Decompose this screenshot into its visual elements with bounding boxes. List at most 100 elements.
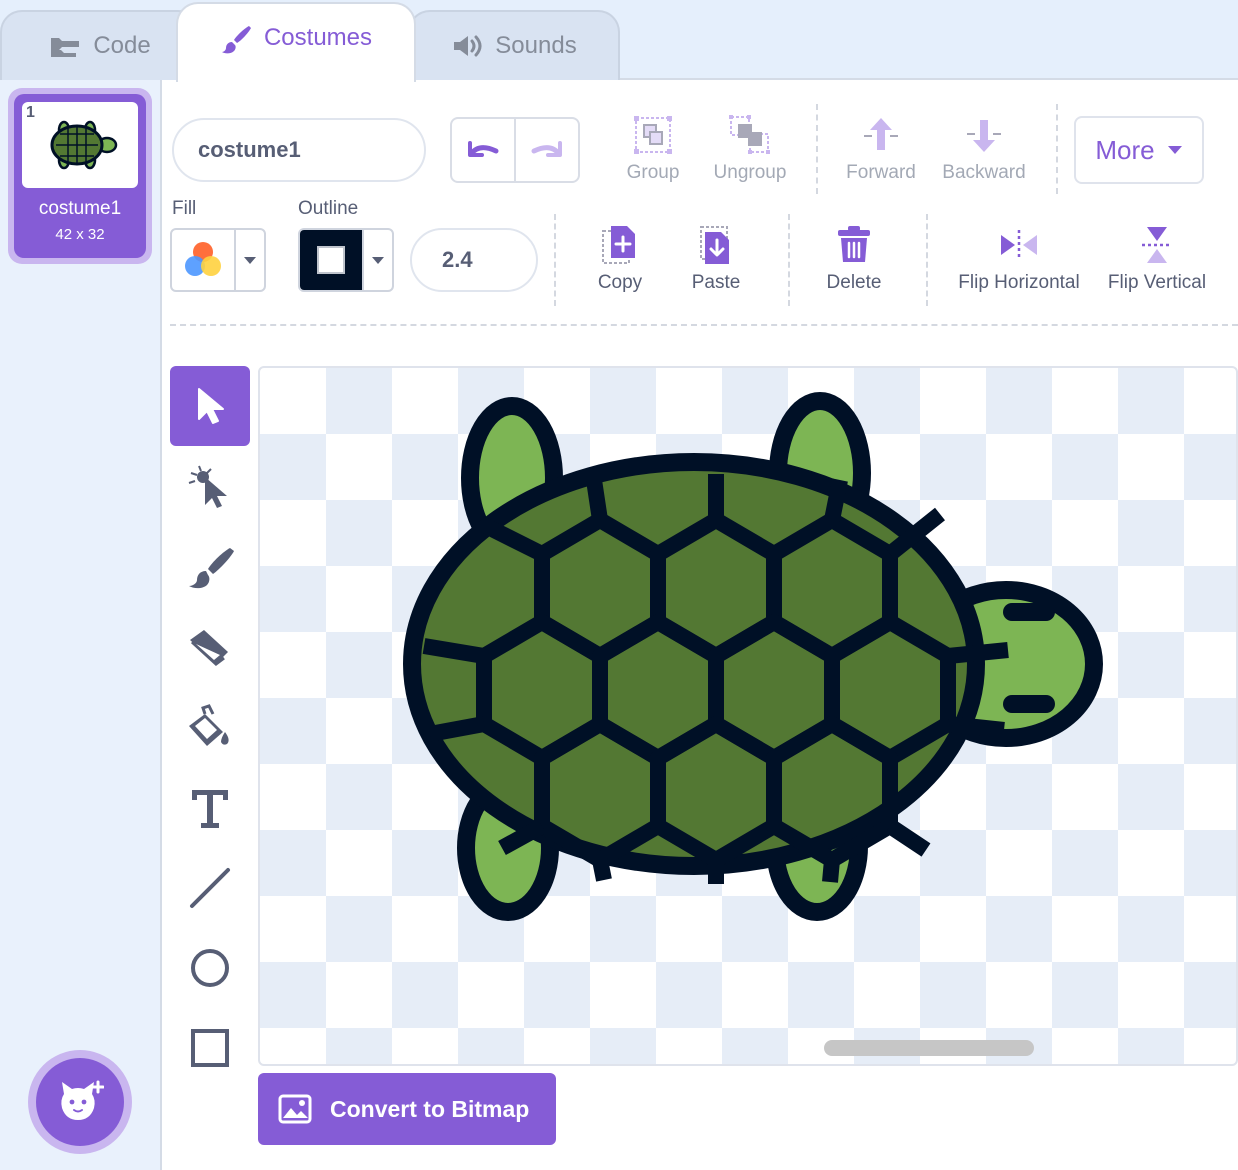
toolbar-separator (926, 214, 928, 306)
more-label: More (1095, 134, 1155, 165)
group-label: Group (626, 162, 680, 183)
toolbar-separator (1056, 104, 1058, 194)
toolbar-separator (788, 214, 790, 306)
tab-sounds-label: Sounds (495, 32, 577, 59)
redo-button[interactable] (514, 119, 578, 181)
group-icon (634, 116, 672, 154)
image-icon (278, 1094, 312, 1124)
flip-horizontal-button[interactable]: Flip Horizontal (954, 224, 1084, 294)
flip-horizontal-icon (1001, 230, 1037, 260)
costume-name-input[interactable]: costume1 (172, 118, 426, 182)
eraser-tool[interactable] (170, 608, 250, 688)
code-blocks-icon (49, 32, 81, 60)
tab-bar: Code Sounds Costumes (0, 0, 1238, 82)
arrow-up-icon (864, 118, 898, 150)
turtle-thumbnail-icon (50, 120, 118, 170)
text-tool[interactable] (170, 768, 250, 848)
reshape-tool[interactable] (170, 448, 250, 528)
caret-down-icon (372, 256, 384, 264)
fill-dropdown[interactable] (234, 230, 264, 290)
backward-label: Backward (942, 162, 1026, 183)
select-tool[interactable] (170, 366, 250, 446)
backward-button[interactable]: Backward (938, 114, 1030, 184)
convert-to-bitmap-label: Convert to Bitmap (330, 1095, 530, 1122)
paint-editor: costume1 Group Ungroup Forward Backward … (162, 80, 1238, 1170)
caret-down-icon (244, 256, 256, 264)
copy-icon (602, 226, 635, 264)
paste-icon (700, 226, 729, 264)
convert-to-bitmap-button[interactable]: Convert to Bitmap (258, 1073, 556, 1145)
copy-label: Copy (597, 272, 643, 293)
costume-list: 1 costume1 42 x 32 (0, 80, 162, 1170)
flip-vertical-icon (1142, 227, 1172, 263)
fill-swatch (172, 230, 234, 290)
tab-sounds[interactable]: Sounds (408, 10, 620, 80)
costume-tile[interactable]: 1 costume1 42 x 32 (8, 88, 152, 264)
toolbar-divider (170, 324, 1238, 326)
flip-horizontal-label: Flip Horizontal (958, 272, 1080, 293)
add-costume-button[interactable] (28, 1050, 132, 1154)
arrow-down-icon (967, 120, 1001, 152)
ungroup-label: Ungroup (713, 162, 787, 183)
costume-thumbnail: 1 (22, 102, 138, 188)
paintbrush-icon (220, 24, 252, 54)
circle-icon (191, 949, 229, 987)
circle-tool[interactable] (170, 928, 250, 1008)
redo-icon (531, 141, 562, 157)
toolbar-separator (554, 214, 556, 306)
outline-color-picker[interactable] (298, 228, 394, 292)
brush-icon (189, 548, 234, 589)
tab-code-label: Code (93, 32, 151, 59)
delete-button[interactable]: Delete (816, 224, 892, 294)
paste-button[interactable]: Paste (682, 224, 750, 294)
outline-width-input[interactable]: 2.4 (410, 228, 538, 292)
fill-tool[interactable] (170, 688, 250, 768)
forward-button[interactable]: Forward (842, 114, 920, 184)
more-menu-button[interactable]: More (1074, 116, 1204, 184)
mixed-colors-icon (185, 242, 221, 276)
costume-size: 42 x 32 (55, 226, 105, 243)
rectangle-icon (191, 1029, 229, 1067)
tab-costumes-label: Costumes (263, 24, 373, 51)
outline-swatch (300, 230, 362, 290)
costume-number: 1 (26, 104, 35, 121)
group-button[interactable]: Group (616, 114, 690, 184)
trash-icon (838, 226, 870, 262)
outline-preview (317, 246, 345, 274)
costume-tile-selected: 1 costume1 42 x 32 (14, 94, 146, 258)
flip-vertical-button[interactable]: Flip Vertical (1102, 224, 1212, 294)
outline-dropdown[interactable] (362, 230, 392, 290)
caret-down-icon (1167, 146, 1182, 154)
arrow-cursor-icon (198, 388, 224, 424)
undo-redo-group (450, 117, 580, 183)
ungroup-button[interactable]: Ungroup (708, 114, 792, 184)
fill-label: Fill (172, 198, 197, 219)
outline-label: Outline (298, 198, 359, 219)
horizontal-scrollbar[interactable] (824, 1040, 1034, 1056)
text-t-icon (192, 790, 228, 828)
reshape-cursor-icon (188, 465, 227, 508)
undo-button[interactable] (452, 119, 514, 181)
undo-icon (468, 141, 499, 157)
costume-name: costume1 (38, 198, 122, 219)
forward-label: Forward (846, 162, 916, 183)
toolbar-separator (816, 104, 818, 194)
tab-costumes[interactable]: Costumes (176, 2, 416, 82)
flip-vertical-label: Flip Vertical (1107, 272, 1207, 293)
rectangle-tool[interactable] (170, 1008, 250, 1088)
tab-code[interactable]: Code (0, 10, 200, 80)
fill-color-picker[interactable] (170, 228, 266, 292)
copy-button[interactable]: Copy (586, 224, 654, 294)
cat-plus-icon (61, 1080, 104, 1120)
speaker-icon (451, 32, 483, 60)
line-icon (190, 868, 230, 908)
delete-label: Delete (826, 272, 882, 293)
drawing-canvas[interactable] (258, 366, 1238, 1066)
paint-bucket-icon (189, 704, 229, 746)
ungroup-icon (729, 115, 770, 154)
brush-tool[interactable] (170, 528, 250, 608)
add-costume-inner (36, 1058, 124, 1146)
paste-label: Paste (691, 272, 741, 293)
turtle-costume[interactable] (260, 368, 1238, 1066)
line-tool[interactable] (170, 848, 250, 928)
